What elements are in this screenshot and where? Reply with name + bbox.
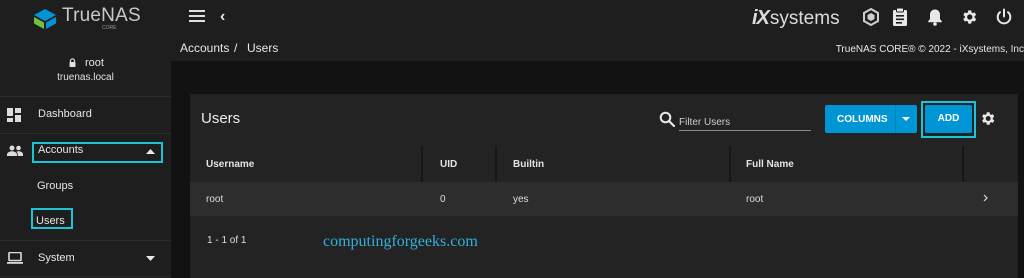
sidebar-item-groups-label: Groups	[37, 180, 74, 192]
ix-word: systems	[769, 7, 840, 29]
breadcrumb: Accounts / Users TrueNAS CORE® © 2022 - …	[171, 34, 1024, 61]
table-settings-gear-icon[interactable]	[979, 110, 996, 127]
truecommand-icon[interactable]	[862, 8, 880, 26]
user-host: truenas.local	[57, 72, 114, 83]
cell-builtin: yes	[513, 194, 529, 205]
columns-button[interactable]: COLUMNS	[825, 105, 917, 133]
pagination-range: 1 - 1 of 1	[207, 235, 247, 246]
user-block: root truenas.local	[0, 34, 171, 96]
app-root: TrueNAS CORE ‹ iX systems root truenas.l…	[0, 0, 1024, 278]
column-separator	[729, 146, 731, 182]
search-icon	[659, 111, 675, 127]
cell-full-name: root	[746, 194, 764, 205]
users-highlight-box	[31, 208, 73, 229]
chevron-right-icon[interactable]	[983, 194, 988, 202]
breadcrumb-accounts[interactable]: Accounts	[180, 41, 229, 55]
gear-icon[interactable]	[960, 8, 978, 26]
main-content: Accounts / Users TrueNAS CORE® © 2022 - …	[171, 34, 1024, 278]
users-card: Users COLUMNS ADD Username UID Builtin F…	[190, 94, 1018, 278]
sidebar-item-users[interactable]: Users	[0, 206, 171, 237]
cell-username: root	[206, 194, 224, 205]
column-header-uid[interactable]: UID	[440, 159, 457, 170]
column-header-full-name[interactable]: Full Name	[746, 159, 794, 170]
dropdown-arrow-icon[interactable]	[902, 117, 910, 121]
back-icon[interactable]: ‹	[220, 8, 225, 26]
sidebar-item-groups[interactable]: Groups	[0, 170, 171, 201]
filter-users-input[interactable]	[679, 109, 811, 131]
ix-mark: iX	[752, 7, 770, 29]
page-title: Users	[201, 110, 241, 127]
sidebar-item-dashboard-label: Dashboard	[38, 108, 92, 120]
clipboard-icon[interactable]	[891, 8, 909, 26]
copyright-text: TrueNAS CORE® © 2022 - iXsystems, Inc	[835, 44, 1024, 55]
user-name-text: root	[85, 57, 104, 69]
menu-icon[interactable]	[189, 10, 205, 24]
add-highlight-box	[921, 101, 976, 138]
ixsystems-logo: iX systems	[752, 7, 840, 30]
column-separator	[421, 146, 423, 182]
table-header: Username UID Builtin Full Name	[190, 146, 1018, 182]
brand-name: TrueNAS	[62, 5, 141, 26]
columns-button-divider	[895, 105, 896, 133]
chevron-down-icon	[146, 256, 155, 261]
sidebar-item-dashboard[interactable]: Dashboard	[0, 97, 171, 133]
power-icon[interactable]	[995, 8, 1013, 26]
bell-icon[interactable]	[926, 8, 944, 26]
table-footer: 1 - 1 of 1	[190, 216, 1018, 250]
table-row[interactable]: root 0 yes root	[190, 182, 1018, 216]
truenas-logo[interactable]: TrueNAS CORE	[33, 6, 141, 31]
laptop-icon	[7, 252, 23, 264]
breadcrumb-users: Users	[247, 41, 279, 55]
sidebar: root truenas.local Dashboard Accounts Gr…	[0, 34, 171, 278]
dashboard-icon	[7, 108, 21, 122]
sidebar-item-system-label: System	[38, 252, 75, 264]
column-separator	[495, 146, 497, 182]
accounts-highlight-box	[32, 142, 163, 163]
sidebar-item-system[interactable]: System	[0, 241, 171, 276]
truenas-logo-icon	[34, 8, 56, 29]
column-header-username[interactable]: Username	[206, 159, 254, 170]
cell-uid: 0	[440, 194, 446, 205]
column-header-builtin[interactable]: Builtin	[513, 159, 544, 170]
columns-button-label: COLUMNS	[837, 114, 888, 125]
watermark-text: computingforgeeks.com	[323, 233, 478, 250]
breadcrumb-separator: /	[234, 41, 238, 55]
top-bar: TrueNAS CORE ‹ iX systems	[0, 0, 1024, 34]
user-name: root	[0, 57, 171, 69]
divider	[0, 276, 171, 277]
brand-sub: CORE	[102, 25, 117, 31]
people-icon	[7, 145, 23, 156]
column-separator	[962, 146, 964, 182]
